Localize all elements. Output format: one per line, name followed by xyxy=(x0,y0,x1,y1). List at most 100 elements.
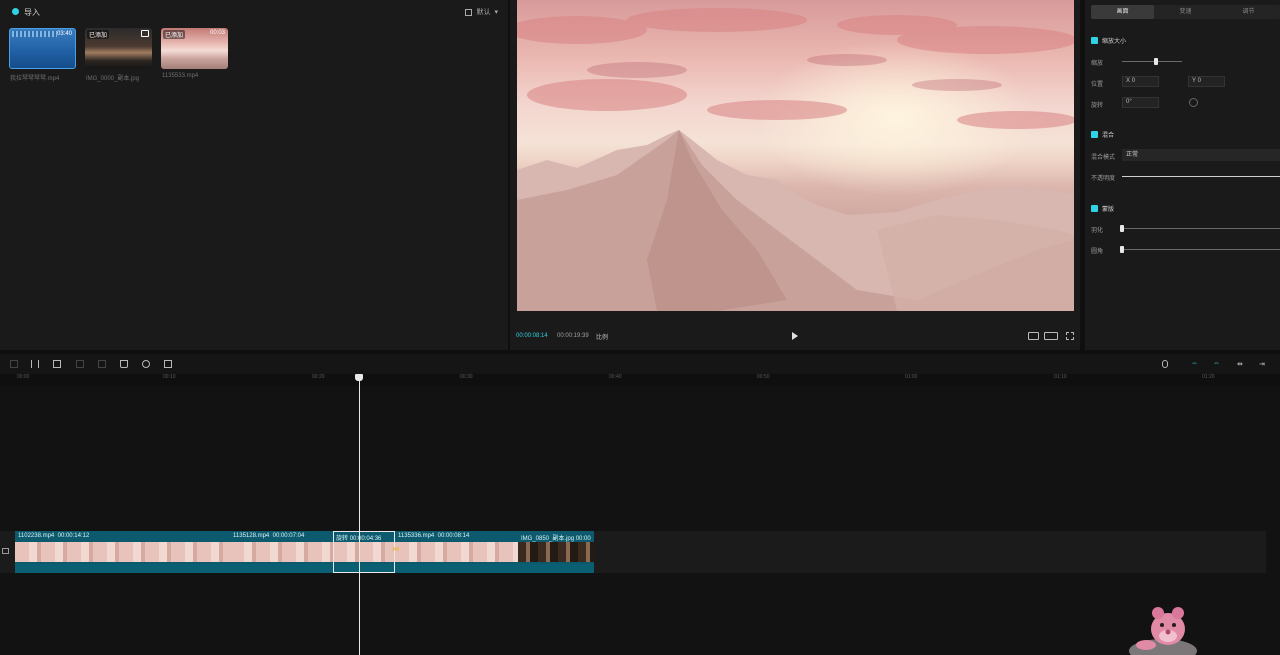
chevron-down-icon: ▾ xyxy=(494,9,498,16)
ruler-tick: 00:50 xyxy=(757,374,770,380)
scale-label: 缩放 xyxy=(1091,61,1104,67)
grid-icon xyxy=(465,8,473,16)
freeze-icon[interactable] xyxy=(76,360,84,368)
blend-section-title: 混合 xyxy=(1102,133,1115,139)
clip-label: 1102238.mp4 00:00:14:12 xyxy=(18,533,90,539)
editor-root: 导入 默认 ▾ 03:40 我拉琴琴琴琴.mp4 已添加 IMG_0000_副本… xyxy=(0,0,1280,655)
playhead[interactable] xyxy=(359,374,360,655)
ruler-tick: 01:00 xyxy=(905,374,918,380)
playhead-handle[interactable] xyxy=(355,374,363,381)
scale-slider-knob[interactable] xyxy=(1154,58,1158,65)
play-icon[interactable] xyxy=(792,332,798,340)
round-label: 圆角 xyxy=(1091,249,1104,255)
microphone-icon[interactable] xyxy=(1162,360,1168,368)
sort-dropdown[interactable]: 默认 ▾ xyxy=(465,7,498,17)
clip-label: IMG_0850_副本.jpg 00:00 xyxy=(521,536,591,542)
checkbox-icon[interactable] xyxy=(1091,37,1098,44)
feather-slider-track[interactable] xyxy=(1122,228,1280,229)
opacity-slider[interactable] xyxy=(1122,176,1280,177)
clip-frames xyxy=(395,542,518,562)
added-tag: 已添加 xyxy=(87,30,110,39)
opacity-label: 不透明度 xyxy=(1091,176,1116,182)
position-x-input[interactable]: X 0 xyxy=(1122,76,1159,87)
media-item-video-1[interactable]: 03:40 xyxy=(9,28,76,69)
preview-axis-icon[interactable]: ⇹ xyxy=(1237,360,1243,368)
zoom-fit-icon[interactable]: ⇥ xyxy=(1259,360,1265,368)
blend-section[interactable]: 混合 xyxy=(1091,130,1114,139)
clip-frames xyxy=(518,542,594,562)
media-duration: 03:40 xyxy=(56,31,72,37)
ruler-tick: 00:40 xyxy=(609,374,622,380)
mask-section[interactable]: 蒙版 xyxy=(1091,204,1114,213)
clip-audio-bar xyxy=(15,564,230,573)
delete-icon[interactable] xyxy=(53,360,61,368)
tab-picture[interactable]: 画面 xyxy=(1091,5,1154,19)
current-time: 00:00:08:14 xyxy=(516,333,548,339)
timeline-clip[interactable]: 1135128.mp4 00:00:07:04 xyxy=(230,531,333,573)
media-duration: 00:03 xyxy=(209,30,225,36)
link-icon[interactable]: ⇔ xyxy=(1191,360,1198,367)
reset-icon[interactable] xyxy=(1189,98,1198,107)
blend-mode-select[interactable]: 正常 xyxy=(1122,149,1280,161)
position-y-input[interactable]: Y 0 xyxy=(1188,76,1225,87)
transition-icon[interactable]: ⋈ xyxy=(392,545,399,553)
image-icon xyxy=(141,30,149,37)
preview-canvas[interactable] xyxy=(517,0,1074,311)
rotate-input[interactable]: 0° xyxy=(1122,97,1159,108)
size-section-title: 缩放大小 xyxy=(1102,39,1127,45)
round-slider-knob[interactable] xyxy=(1120,246,1124,253)
track-lock-icon[interactable] xyxy=(2,548,9,554)
screenshot-icon[interactable] xyxy=(1028,332,1039,340)
crop-icon[interactable] xyxy=(164,360,172,368)
feather-slider-knob[interactable] xyxy=(1120,225,1124,232)
rotate-icon[interactable] xyxy=(142,360,150,368)
clip-audio-bar xyxy=(395,564,518,573)
split-icon[interactable] xyxy=(31,360,39,368)
tab-adjust[interactable]: 调节 xyxy=(1217,5,1280,19)
waveform-preview xyxy=(12,31,57,37)
media-item-image-2[interactable]: 已添加 xyxy=(85,28,152,69)
timeline-area[interactable] xyxy=(0,386,1280,655)
undo-icon[interactable] xyxy=(10,360,18,368)
import-button[interactable]: 导入 xyxy=(24,7,40,18)
media-panel: 导入 默认 ▾ 03:40 我拉琴琴琴琴.mp4 已添加 IMG_0000_副本… xyxy=(0,0,508,350)
aspect-ratio-icon[interactable] xyxy=(1044,332,1058,340)
clip-frames xyxy=(230,542,333,562)
ruler-tick: 01:20 xyxy=(1202,374,1215,380)
clip-audio-bar xyxy=(230,564,333,573)
mask-section-title: 蒙版 xyxy=(1102,207,1115,213)
position-x-label: X xyxy=(1126,78,1131,84)
media-item-video-3[interactable]: 已添加 00:03 xyxy=(161,28,228,69)
mirror-icon[interactable] xyxy=(120,360,128,368)
reverse-icon[interactable] xyxy=(98,360,106,368)
ruler-tick: 00:30 xyxy=(460,374,473,380)
timeline-toolbar: ⇔ ⇔ ⇹ ⇥ xyxy=(0,354,1280,374)
position-x-value: 0 xyxy=(1131,78,1136,84)
timeline-clip[interactable]: 1102238.mp4 00:00:14:12 xyxy=(15,531,230,573)
time-ruler[interactable]: 00:00 00:10 00:20 00:30 00:40 00:50 01:0… xyxy=(0,374,1280,386)
tab-speed[interactable]: 变速 xyxy=(1154,5,1217,19)
ruler-tick: 00:10 xyxy=(163,374,176,380)
round-slider-track[interactable] xyxy=(1122,249,1280,250)
checkbox-icon[interactable] xyxy=(1091,205,1098,212)
media-item-name: 我拉琴琴琴琴.mp4 xyxy=(10,76,60,82)
added-tag: 已添加 xyxy=(163,30,186,39)
ratio-dropdown[interactable]: 比例 xyxy=(596,332,608,341)
timeline-clip[interactable]: IMG_0850_副本.jpg 00:00 xyxy=(518,531,594,573)
size-section[interactable]: 缩放大小 xyxy=(1091,36,1126,45)
checkbox-icon[interactable] xyxy=(1091,131,1098,138)
total-time: 00:00:19:39 xyxy=(557,333,589,339)
scale-slider-track[interactable] xyxy=(1122,61,1182,62)
import-icon[interactable] xyxy=(12,8,19,15)
snap-icon[interactable]: ⇔ xyxy=(1213,360,1220,367)
ruler-tick: 00:00 xyxy=(17,374,30,380)
sort-label: 默认 xyxy=(476,9,491,16)
mountain-scene xyxy=(517,0,1074,311)
position-y-label: Y xyxy=(1192,78,1196,84)
pink-bear-mascot-icon xyxy=(1129,607,1197,655)
inspector-panel: 画面 变速 调节 缩放大小 缩放 位置 X 0 Y 0 旋转 0° 混合 混合模… xyxy=(1085,0,1280,350)
fullscreen-icon[interactable] xyxy=(1066,332,1074,340)
position-label: 位置 xyxy=(1091,82,1104,88)
clip-audio-bar xyxy=(518,564,594,573)
timeline-clip[interactable]: 1135336.mp4 00:00:08:14 xyxy=(395,531,518,573)
